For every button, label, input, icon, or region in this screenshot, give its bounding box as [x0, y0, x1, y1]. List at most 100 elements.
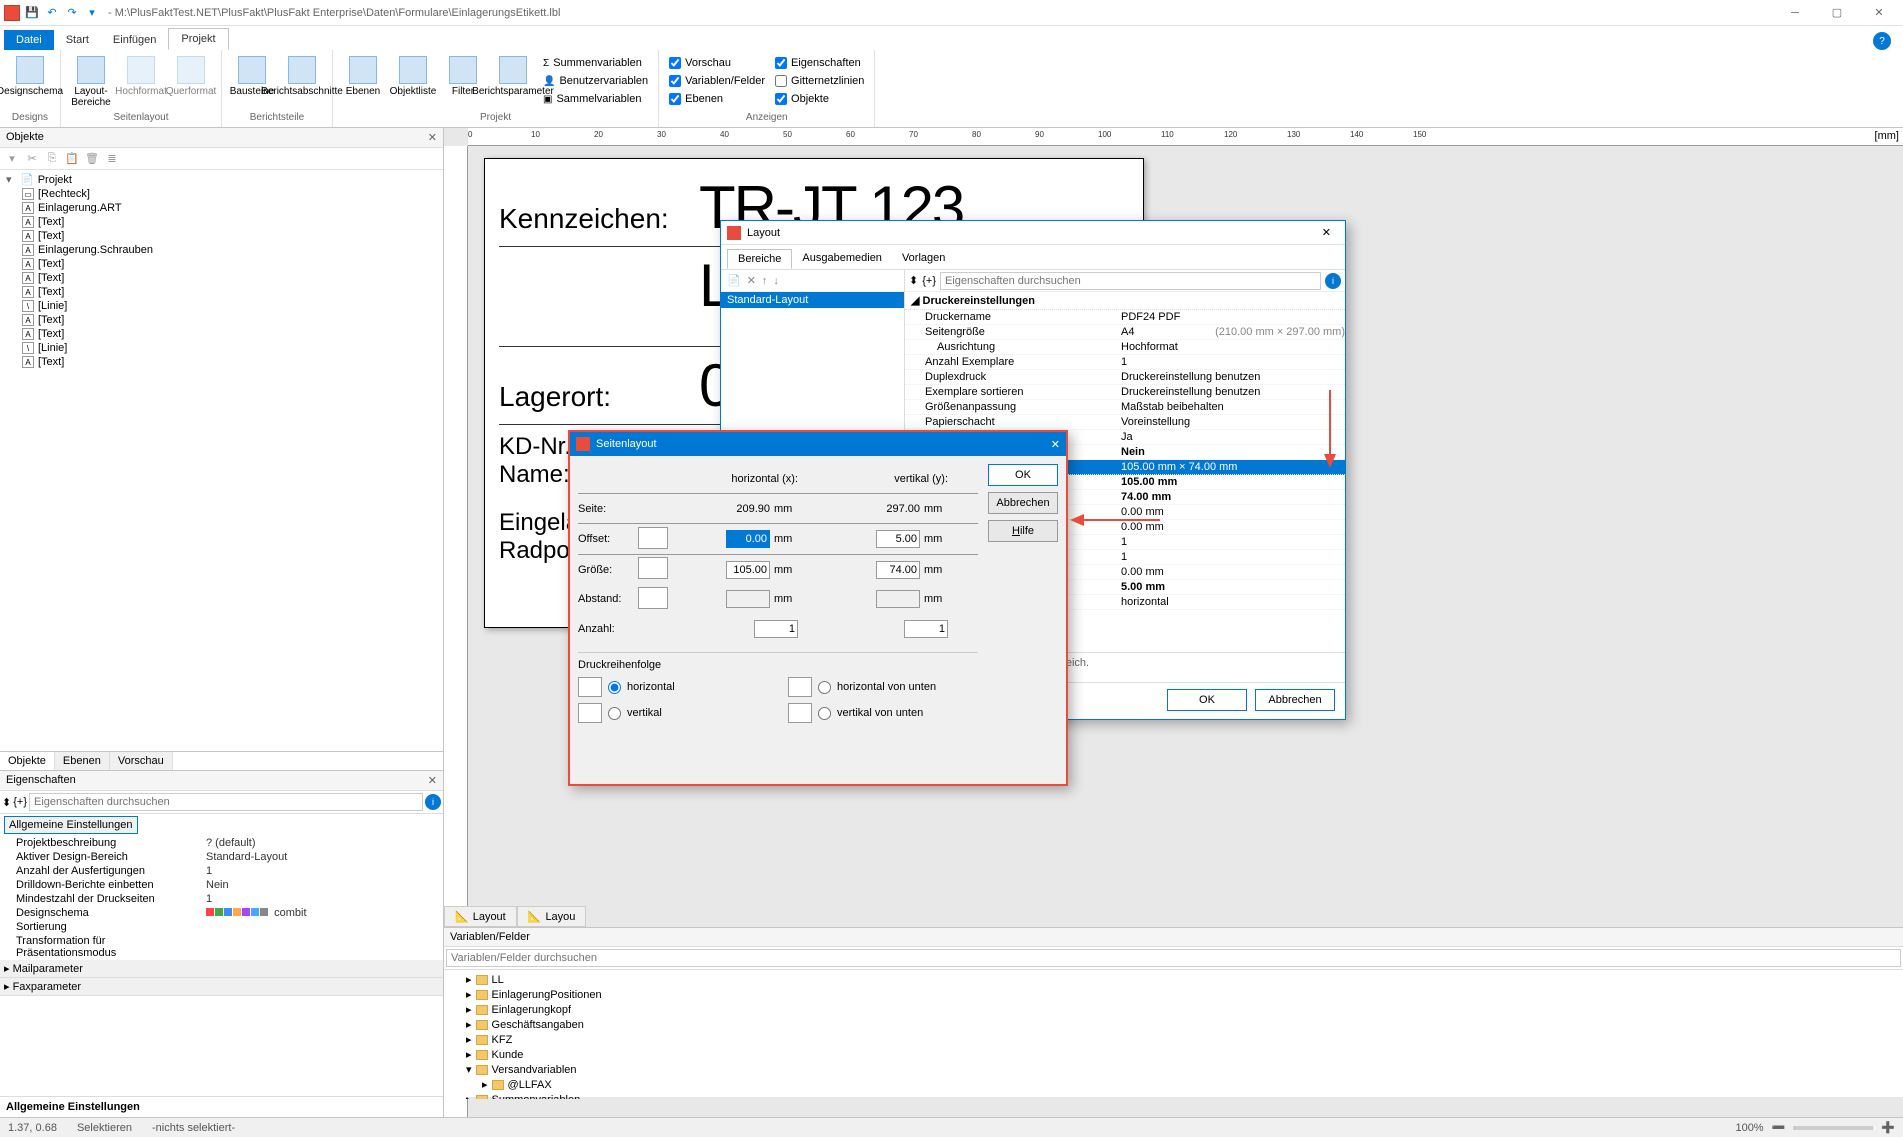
- vars-search[interactable]: [446, 949, 1901, 967]
- redo-icon[interactable]: ↷: [64, 5, 80, 21]
- fx-icon[interactable]: {+}: [13, 796, 27, 808]
- tab-einfuegen[interactable]: Einfügen: [101, 30, 168, 50]
- dlg-tab-ausgabe[interactable]: Ausgabemedien: [792, 249, 892, 269]
- tab-ebenen[interactable]: Ebenen: [55, 752, 110, 770]
- groesse-h-input[interactable]: [726, 561, 770, 579]
- summenvariablen-check[interactable]: Σ Summenvariablen: [543, 57, 648, 69]
- tree-node[interactable]: A [Text]: [2, 285, 441, 299]
- pg-row[interactable]: DuplexdruckDruckereinstellung benutzen: [905, 370, 1345, 385]
- pg-row[interactable]: PapierschachtVoreinstellung: [905, 415, 1345, 430]
- copy-icon[interactable]: ⎘: [44, 151, 60, 167]
- delete-icon[interactable]: ✕: [747, 274, 756, 287]
- paste-icon[interactable]: 📋: [64, 151, 80, 167]
- zoom-slider[interactable]: [1793, 1126, 1873, 1130]
- po-vertikal[interactable]: vertikal: [578, 703, 768, 723]
- prop-row[interactable]: Sortierung: [0, 920, 443, 934]
- layout-bereiche-button[interactable]: Layout- Bereiche: [67, 52, 115, 110]
- var-node[interactable]: ▸ Kunde: [446, 1047, 1901, 1062]
- cut-icon[interactable]: ✂: [24, 151, 40, 167]
- tab-vorschau[interactable]: Vorschau: [110, 752, 173, 770]
- tree-root[interactable]: ▾📄 Projekt: [2, 172, 441, 187]
- cat-allgemein[interactable]: Allgemeine Einstellungen: [4, 816, 138, 834]
- file-tab[interactable]: Datei: [4, 30, 54, 50]
- pg-row[interactable]: SeitengrößeA4(210.00 mm × 297.00 mm): [905, 325, 1345, 340]
- pg-row[interactable]: AusrichtungHochformat: [905, 340, 1345, 355]
- tree-node[interactable]: A Einlagerung.ART: [2, 201, 441, 215]
- offset-h-input[interactable]: [726, 530, 770, 548]
- gitternetz-check[interactable]: Gitternetzlinien: [775, 75, 864, 87]
- po-h-unten[interactable]: horizontal von unten: [788, 677, 978, 697]
- info-icon[interactable]: i: [425, 794, 441, 810]
- cancel-button[interactable]: Abbrechen: [1255, 689, 1335, 711]
- anzahl-v-input[interactable]: [904, 620, 948, 638]
- zoom-out-icon[interactable]: ➖: [1772, 1121, 1786, 1134]
- objekte-check[interactable]: Objekte: [775, 93, 864, 105]
- anzahl-h-input[interactable]: [754, 620, 798, 638]
- ok-button[interactable]: OK: [988, 464, 1058, 486]
- cat-fax[interactable]: ▸ Faxparameter: [0, 978, 443, 996]
- hochformat-button[interactable]: Hochformat: [117, 52, 165, 110]
- prop-row[interactable]: Designschema combit: [0, 906, 443, 920]
- zoom-in-icon[interactable]: ➕: [1881, 1121, 1895, 1134]
- maximize-button[interactable]: ▢: [1817, 3, 1857, 23]
- tree-node[interactable]: A [Text]: [2, 327, 441, 341]
- close-icon[interactable]: ✕: [428, 774, 437, 787]
- var-node[interactable]: ▸ Summenvariablen: [446, 1092, 1901, 1099]
- tab-objekte[interactable]: Objekte: [0, 752, 55, 770]
- eigenschaften-check[interactable]: Eigenschaften: [775, 57, 864, 69]
- prop-row[interactable]: Projektbeschreibung? (default): [0, 836, 443, 850]
- prop-row[interactable]: Transformation für Präsentationsmodus: [0, 934, 443, 960]
- tree-node[interactable]: A [Text]: [2, 257, 441, 271]
- dlg-search[interactable]: [940, 272, 1321, 290]
- tree-node[interactable]: A Einlagerung.Schrauben: [2, 243, 441, 257]
- berichtsabschnitte-button[interactable]: Berichtsabschnitte: [278, 52, 326, 110]
- help-icon[interactable]: ?: [1873, 32, 1891, 50]
- ebenen-check[interactable]: Ebenen: [669, 93, 765, 105]
- var-node[interactable]: ▸ @LLFAX: [446, 1077, 1901, 1092]
- inner-tab-layout[interactable]: 📐 Layout: [444, 906, 517, 927]
- prop-row[interactable]: Mindestzahl der Druckseiten1: [0, 892, 443, 906]
- tree-node[interactable]: A [Text]: [2, 271, 441, 285]
- qat-dropdown-icon[interactable]: ▾: [84, 5, 100, 21]
- dlg-tab-bereiche[interactable]: Bereiche: [727, 249, 792, 269]
- tree-icon[interactable]: ≣: [104, 151, 120, 167]
- querformat-button[interactable]: Querformat: [167, 52, 215, 110]
- po-horizontal[interactable]: horizontal: [578, 677, 768, 697]
- sammelvariablen-check[interactable]: ▣ Sammelvariablen: [543, 93, 648, 105]
- tree-node[interactable]: \ [Linie]: [2, 299, 441, 313]
- benutzervariablen-check[interactable]: 👤 Benutzervariablen: [543, 75, 648, 87]
- cancel-button[interactable]: Abbrechen: [988, 492, 1058, 514]
- vorschau-check[interactable]: Vorschau: [669, 57, 765, 69]
- var-node[interactable]: ▸ LL: [446, 972, 1901, 987]
- objects-tree[interactable]: ▾📄 Projekt ▭ [Rechteck]A Einlagerung.ART…: [0, 170, 443, 751]
- prop-row[interactable]: Aktiver Design-BereichStandard-Layout: [0, 850, 443, 864]
- pg-row[interactable]: GrößenanpassungMaßstab beibehalten: [905, 400, 1345, 415]
- up-icon[interactable]: ↑: [762, 275, 768, 287]
- delete-icon[interactable]: 🗑: [84, 151, 100, 167]
- berichtsparameter-button[interactable]: Berichtsparameter: [489, 52, 537, 110]
- close-icon[interactable]: ✕: [428, 131, 437, 144]
- fx-icon[interactable]: {+}: [922, 275, 936, 287]
- prop-row[interactable]: Anzahl der Ausfertigungen1: [0, 864, 443, 878]
- tree-node[interactable]: A [Text]: [2, 355, 441, 369]
- bausteine-button[interactable]: Bausteine: [228, 52, 276, 110]
- var-node[interactable]: ▸ Geschäftsangaben: [446, 1017, 1901, 1032]
- cat-icon[interactable]: ⬍: [909, 274, 918, 287]
- down-icon[interactable]: ▾: [4, 151, 20, 167]
- var-node[interactable]: ▸ KFZ: [446, 1032, 1901, 1047]
- close-button[interactable]: ✕: [1859, 3, 1899, 23]
- var-node[interactable]: ▾ Versandvariablen: [446, 1062, 1901, 1077]
- info-icon[interactable]: i: [1325, 273, 1341, 289]
- varfelder-check[interactable]: Variablen/Felder: [669, 75, 765, 87]
- po-v-unten[interactable]: vertikal von unten: [788, 703, 978, 723]
- tree-node[interactable]: A [Text]: [2, 215, 441, 229]
- cat-mail[interactable]: ▸ Mailparameter: [0, 960, 443, 978]
- dlg-tab-vorlagen[interactable]: Vorlagen: [892, 249, 955, 269]
- save-icon[interactable]: 💾: [24, 5, 40, 21]
- offset-v-input[interactable]: [876, 530, 920, 548]
- pg-row[interactable]: Anzahl Exemplare1: [905, 355, 1345, 370]
- undo-icon[interactable]: ↶: [44, 5, 60, 21]
- new-icon[interactable]: 📄: [727, 274, 741, 287]
- tab-projekt[interactable]: Projekt: [168, 28, 228, 50]
- down-icon[interactable]: ↓: [773, 275, 779, 287]
